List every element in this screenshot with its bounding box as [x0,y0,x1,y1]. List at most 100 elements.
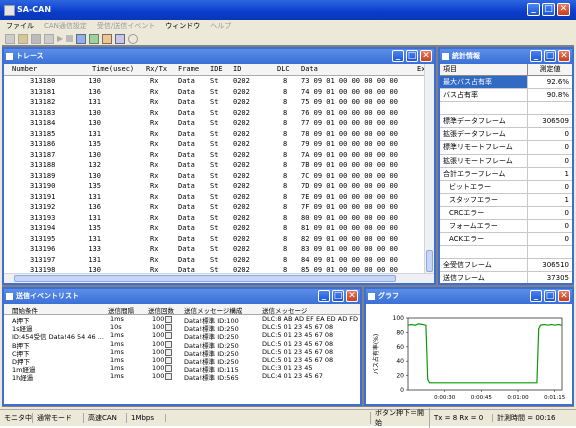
minimize-icon[interactable]: _ [527,3,540,16]
trace-window-icon[interactable] [76,33,87,44]
maximize-icon[interactable]: □ [542,3,555,16]
new-icon[interactable] [5,33,15,44]
count-icon[interactable] [165,373,172,381]
maximize-icon[interactable]: □ [332,290,344,302]
count-icon[interactable] [165,340,172,348]
table-row[interactable]: 313186 135 Rx Data St 0202 8 79 09 01 00 00 00 … [4,139,425,150]
count-icon[interactable] [165,316,172,323]
count-icon[interactable] [165,348,172,356]
table-row[interactable]: 313196 133 Rx Data St 0202 8 83 09 01 00 00 00 … [4,244,425,255]
table-row[interactable]: 313180 130 Rx Data St 0202 8 73 09 01 00 00 00 … [4,76,425,87]
col-id[interactable]: ID [233,65,241,73]
stats-row[interactable]: 拡張リモートフレーム 0 [440,154,572,168]
trace-hscroll[interactable] [4,273,434,283]
event-row[interactable]: 1m経過 1ms 100 Data!標準 ID:115 DLC:3 01 23 45 [4,364,360,374]
stats-window[interactable]: 統計情報 _ □ ✕ 項目 測定値 最大バス占有率 92.6% バス占有率 90.8%… [438,47,574,285]
event-row[interactable]: D押下 1ms 100 Data!標準 ID:250 DLC:5 01 23 45 67… [4,356,360,366]
menu-file[interactable]: ファイル [6,20,34,32]
col-number[interactable]: Number [12,65,37,73]
count-icon[interactable] [165,332,172,340]
table-cell: 131 [88,192,101,201]
table-row[interactable]: 313183 130 Rx Data St 0202 8 76 09 01 00 00 00 … [4,108,425,119]
save-icon[interactable] [31,33,41,44]
close-icon[interactable]: ✕ [346,290,358,302]
maximize-icon[interactable]: □ [544,50,556,62]
col-ide[interactable]: IDE [210,65,223,73]
stats-row[interactable]: 最大バス占有率 92.6% [440,76,572,90]
event-row[interactable]: B押下 1ms 100 Data!標準 ID:250 DLC:5 01 23 45 67… [4,340,360,350]
table-row[interactable]: 313191 131 Rx Data St 0202 8 7E 09 01 00 00 00 … [4,192,425,203]
minimize-icon[interactable]: _ [530,290,542,302]
col-rxtx[interactable]: Rx/Tx [146,65,167,73]
table-row[interactable]: 313187 130 Rx Data St 0202 8 7A 09 01 00 00 00 … [4,150,425,161]
events-window[interactable]: 送信イベントリスト _ □ ✕ 開始条件 送信間隔 送信回数 送信メッセージ構成… [2,287,362,406]
table-cell: Data [178,129,195,138]
event-row[interactable]: A押下 1ms 100 Data!標準 ID:100 DLC:8 AB AD EF EA… [4,315,360,325]
menu-window[interactable]: ウィンドウ [165,20,200,32]
stats-row[interactable]: 送信フレーム 37305 [440,272,572,283]
event-window-icon[interactable] [102,33,113,44]
event-row[interactable]: 1h経過 1ms 100 Data!標準 ID:565 DLC:4 01 23 45 6… [4,372,360,382]
connect-icon[interactable] [44,33,54,44]
stats-row[interactable]: 合計エラーフレーム 1 [440,167,572,181]
scroll-thumb[interactable] [14,275,396,282]
table-row[interactable]: 313192 136 Rx Data St 0202 8 7F 09 01 00 00 00 … [4,202,425,213]
open-icon[interactable] [18,33,28,44]
col-data[interactable]: Data [301,65,318,73]
stats-row[interactable]: 全受信フレーム 306510 [440,259,572,273]
stats-row[interactable] [440,246,572,260]
table-row[interactable]: 313185 131 Rx Data St 0202 8 78 09 01 00 00 00 … [4,129,425,140]
close-icon[interactable]: ✕ [558,50,570,62]
table-row[interactable]: 313188 132 Rx Data St 0202 8 7B 09 01 00 00 00 … [4,160,425,171]
menu-events[interactable]: 受信/送信イベント [97,20,155,32]
stop-icon[interactable] [66,35,74,42]
minimize-icon[interactable]: _ [318,290,330,302]
stats-row[interactable]: 標準リモートフレーム 0 [440,141,572,155]
maximize-icon[interactable]: □ [544,290,556,302]
event-row[interactable]: ID:454受信 Data!46 54 46 ... 1ms 100 Data!標準 … [4,331,360,341]
table-row[interactable]: 313181 136 Rx Data St 0202 8 74 09 01 00 00 00 … [4,87,425,98]
col-time[interactable]: Time(usec) [92,65,134,73]
minimize-icon[interactable]: _ [530,50,542,62]
trace-vscroll[interactable] [424,64,434,274]
graph-window-icon[interactable] [89,33,100,44]
table-row[interactable]: 313184 130 Rx Data St 0202 8 77 09 01 00 00 00 … [4,118,425,129]
table-row[interactable]: 313182 131 Rx Data St 0202 8 75 09 01 00 00 00 … [4,97,425,108]
menu-bar: ファイル CAN通信設定 受信/送信イベント ウィンドウ ヘルプ [0,20,576,32]
table-row[interactable]: 313193 131 Rx Data St 0202 8 80 09 01 00 00 00 … [4,213,425,224]
menu-help[interactable]: ヘルプ [210,20,231,32]
stats-row[interactable]: CRCエラー 0 [440,206,572,221]
play-icon[interactable]: ▶ [57,34,63,43]
menu-can-settings[interactable]: CAN通信設定 [44,20,87,32]
count-icon[interactable] [165,324,172,332]
table-row[interactable]: 313189 130 Rx Data St 0202 8 7C 09 01 00 00 00 … [4,171,425,182]
table-row[interactable]: 313190 135 Rx Data St 0202 8 7D 09 01 00 00 00 … [4,181,425,192]
stats-window-icon[interactable] [115,33,126,44]
stats-row[interactable]: 拡張データフレーム 0 [440,128,572,142]
event-row[interactable]: 1s経過 10s 100 Data!標準 ID:250 DLC:5 01 23 45 6… [4,323,360,333]
stats-row[interactable] [440,102,572,116]
col-dlc[interactable]: DLC [277,65,290,73]
table-row[interactable]: 313195 131 Rx Data St 0202 8 82 09 01 00 00 00 … [4,234,425,245]
stats-row[interactable]: スタッフエラー 1 [440,193,572,207]
stats-row[interactable]: フォームエラー 0 [440,220,572,234]
stats-row[interactable]: ビットエラー 0 [440,180,572,194]
stats-row[interactable]: 標準データフレーム 306509 [440,115,572,129]
stats-row[interactable]: バス占有率 90.8% [440,89,572,103]
count-icon[interactable] [165,365,172,373]
stats-row[interactable]: ACKエラー 0 [440,233,572,247]
graph-window[interactable]: グラフ _ □ ✕ 0 20 40 60 80 100 0:00:30 0:00:45 0:01… [364,287,574,406]
table-row[interactable]: 313194 135 Rx Data St 0202 8 81 09 01 00 00 00 … [4,223,425,234]
close-icon[interactable]: ✕ [557,3,570,16]
col-frame[interactable]: Frame [178,65,199,73]
table-row[interactable]: 313197 131 Rx Data St 0202 8 84 09 01 00 00 00 … [4,255,425,266]
minimize-icon[interactable]: _ [392,50,404,62]
close-icon[interactable]: ✕ [420,50,432,62]
count-icon[interactable] [165,356,172,364]
scroll-thumb[interactable] [426,250,433,272]
close-icon[interactable]: ✕ [558,290,570,302]
trace-window[interactable]: トレース _ □ ✕ Number Time(usec) Rx/Tx Frame… [2,47,436,285]
zoom-icon[interactable] [128,33,139,44]
event-row[interactable]: C押下 1ms 100 Data!標準 ID:250 DLC:5 01 23 45 67… [4,348,360,358]
maximize-icon[interactable]: □ [406,50,418,62]
